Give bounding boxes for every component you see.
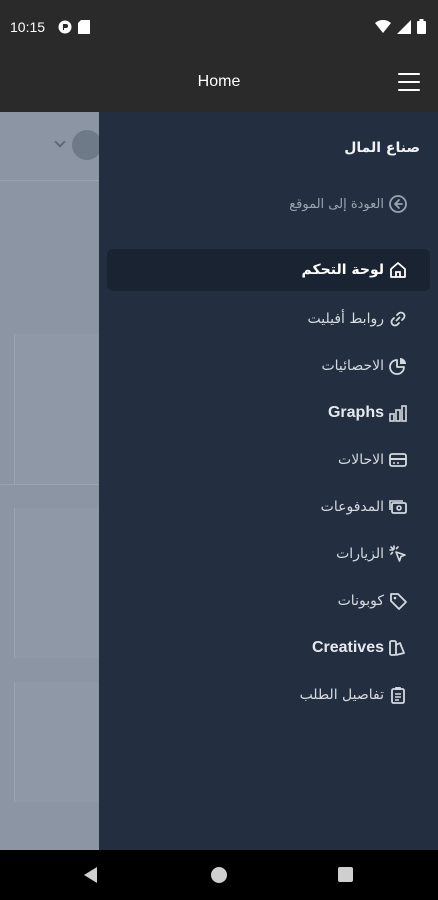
nav-item-statistics[interactable]: الاحصائيات (107, 342, 430, 389)
divider (0, 484, 100, 485)
nav-item-label: الزيارات (336, 545, 384, 562)
nav-item-visits[interactable]: الزيارات (107, 530, 430, 577)
status-time: 10:15 (10, 19, 46, 35)
avatar (72, 130, 102, 160)
bar-chart-icon (388, 403, 408, 423)
hamburger-menu-icon[interactable] (398, 73, 420, 91)
link-icon (388, 309, 408, 329)
battery-icon (417, 19, 426, 38)
app-bar: Home (0, 55, 438, 112)
nav-item-creatives[interactable]: Creatives (107, 624, 430, 671)
pie-chart-icon (388, 356, 408, 376)
cursor-click-icon (388, 544, 408, 564)
home-icon (388, 260, 408, 280)
pocket-icon (58, 19, 72, 38)
sim-card-icon (78, 19, 90, 38)
back-icon[interactable] (84, 867, 97, 883)
nav-item-coupons[interactable]: كوبونات (107, 577, 430, 624)
nav-item-affiliate-links[interactable]: روابط أفيليت (107, 295, 430, 342)
brand-name: صناع المال (344, 140, 420, 156)
nav-item-label: الاحالات (338, 451, 384, 468)
app-title: Home (197, 73, 241, 90)
drawer-nav: لوحة التحكم روابط أفيليت الاحصائيات Grap… (107, 249, 430, 718)
status-bar: 10:15 (0, 0, 438, 55)
clipboard-icon (388, 685, 408, 705)
nav-item-label: روابط أفيليت (307, 310, 384, 327)
divider (0, 180, 100, 181)
navigation-drawer: صناع المال العودة إلى الموقع لوحة التحكم… (99, 112, 438, 850)
nav-item-label: المدفوعات (320, 498, 384, 515)
wifi-icon (375, 19, 391, 38)
nav-item-label: لوحة التحكم (301, 262, 384, 278)
nav-item-label: تفاصيل الطلب (299, 686, 384, 703)
status-right-icons (375, 19, 426, 38)
nav-item-graphs[interactable]: Graphs (107, 389, 430, 436)
cash-icon (388, 497, 408, 517)
nav-item-referrals[interactable]: الاحالات (107, 436, 430, 483)
home-circle-icon[interactable] (211, 867, 227, 883)
credit-card-icon (388, 450, 408, 470)
tag-icon (388, 591, 408, 611)
arrow-left-circle-icon (388, 194, 408, 214)
card (14, 682, 100, 802)
chevron-down-icon (54, 136, 66, 148)
status-left-icons (58, 19, 90, 38)
nav-item-label: كوبونات (337, 592, 384, 609)
card (14, 508, 100, 658)
system-nav-bar (0, 850, 438, 900)
nav-item-label: Graphs (327, 403, 384, 421)
nav-item-order-details[interactable]: تفاصيل الطلب (107, 671, 430, 718)
nav-item-dashboard[interactable]: لوحة التحكم (107, 249, 430, 291)
recents-icon[interactable] (338, 867, 353, 882)
nav-item-payments[interactable]: المدفوعات (107, 483, 430, 530)
nav-item-label: Creatives (311, 638, 384, 656)
nav-item-label: الاحصائيات (321, 357, 384, 374)
back-to-site-link[interactable]: العودة إلى الموقع (289, 194, 408, 214)
card (14, 334, 100, 484)
signal-icon (397, 19, 411, 38)
back-link-label: العودة إلى الموقع (289, 196, 384, 212)
palette-icon (388, 638, 408, 658)
